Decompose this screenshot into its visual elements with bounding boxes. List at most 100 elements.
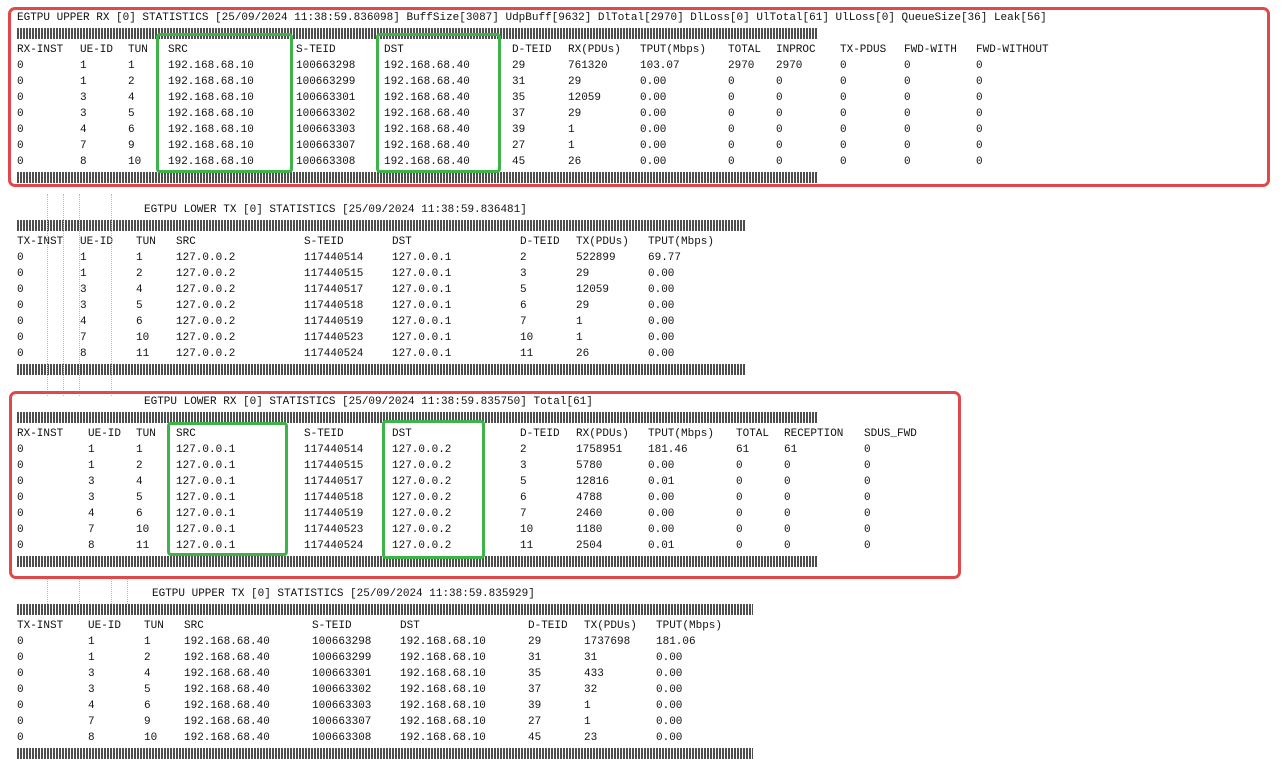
upper-tx-cell-s-teid: 100663301 [312,668,372,680]
lower-tx-header-tx-pdus: TX(PDUs) [576,236,629,248]
lower-tx-cell-tx-pdus: 1 [576,332,583,344]
upper-tx-cell-tx-pdus: 31 [584,652,598,664]
lower-tx-cell-tun: 4 [136,284,143,296]
lower-tx-cell-ue-id: 7 [80,332,87,344]
indent-guide [111,578,112,604]
upper-tx-cell-s-teid: 100663303 [312,700,372,712]
upper-tx-cell-tput-mbps: 0.00 [656,668,683,680]
lower-tx-header-ue-id: UE-ID [80,236,114,248]
lower-tx-table-row: 0 3 4 127.0.0.2 117440517 127.0.0.1 5 12059 0.00 [17,282,1257,298]
upper-tx-cell-d-teid: 39 [528,700,542,712]
upper-tx-cell-d-teid: 35 [528,668,542,680]
upper-tx-cell-tun: 6 [144,700,151,712]
lower-rx-dst-highlight [382,420,485,559]
lower-tx-title: EGTPU LOWER TX [0] STATISTICS [25/09/202… [17,202,1257,218]
lower-tx-table-row: 0 4 6 127.0.0.2 117440519 127.0.0.1 7 1 0.00 [17,314,1257,330]
upper-tx-cell-tx-inst: 0 [17,668,24,680]
lower-tx-cell-ue-id: 1 [80,268,87,280]
indent-guide [79,578,80,604]
upper-tx-header-d-teid: D-TEID [528,620,568,632]
upper-tx-separator-bottom-line [17,748,753,759]
lower-tx-cell-tx-inst: 0 [17,300,24,312]
upper-tx-cell-src: 192.168.68.40 [184,684,270,696]
upper-tx-cell-src: 192.168.68.40 [184,732,270,744]
lower-tx-cell-dst: 127.0.0.1 [392,316,452,328]
lower-tx-cell-tun: 10 [136,332,150,344]
lower-tx-cell-s-teid: 117440517 [304,284,364,296]
upper-tx-cell-tun: 4 [144,668,151,680]
upper-tx-cell-tx-inst: 0 [17,732,24,744]
upper-tx-header-src: SRC [184,620,204,632]
lower-tx-table-row: 0 7 10 127.0.0.2 117440523 127.0.0.1 10 1 0.00 [17,330,1257,346]
upper-tx-cell-d-teid: 31 [528,652,542,664]
upper-tx-title-text: EGTPU UPPER TX [0] STATISTICS [25/09/202… [152,588,535,600]
lower-tx-cell-s-teid: 117440515 [304,268,364,280]
lower-tx-cell-d-teid: 6 [520,300,527,312]
upper-tx-cell-ue-id: 7 [88,716,95,728]
upper-tx-cell-tx-inst: 0 [17,716,24,728]
lower-tx-cell-tun: 6 [136,316,143,328]
lower-tx-cell-s-teid: 117440518 [304,300,364,312]
upper-tx-cell-ue-id: 1 [88,652,95,664]
upper-tx-cell-tx-inst: 0 [17,652,24,664]
upper-tx-table-row: 0 3 4 192.168.68.40 100663301 192.168.68.10 35… [17,666,1257,682]
upper-tx-cell-tx-inst: 0 [17,636,24,648]
upper-tx-table-row: 0 8 10 192.168.68.40 100663308 192.168.68.10 4… [17,730,1257,746]
lower-tx-cell-tun: 11 [136,348,150,360]
lower-tx-cell-tput-mbps: 0.00 [648,348,675,360]
lower-tx-header-src: SRC [176,236,196,248]
lower-tx-cell-ue-id: 3 [80,300,87,312]
lower-tx-cell-dst: 127.0.0.1 [392,268,452,280]
lower-tx-header-tx-inst: TX-INST [17,236,64,248]
upper-tx-cell-ue-id: 3 [88,684,95,696]
upper-tx-cell-dst: 192.168.68.10 [400,668,486,680]
lower-tx-cell-tun: 5 [136,300,143,312]
lower-tx-cell-tx-inst: 0 [17,316,24,328]
lower-tx-cell-src: 127.0.0.2 [176,300,236,312]
lower-tx-cell-tput-mbps: 0.00 [648,300,675,312]
upper-tx-title: EGTPU UPPER TX [0] STATISTICS [25/09/202… [17,586,1257,602]
upper-tx-cell-s-teid: 100663299 [312,652,372,664]
upper-tx-separator-top [17,602,1257,618]
indent-guide [47,578,48,604]
upper-tx-table-row: 0 4 6 192.168.68.40 100663303 192.168.68.10 39… [17,698,1257,714]
upper-tx-cell-tx-pdus: 433 [584,668,604,680]
upper-tx-table-row: 0 7 9 192.168.68.40 100663307 192.168.68.10 27… [17,714,1257,730]
lower-tx-separator-top-line [17,220,745,231]
lower-tx-cell-src: 127.0.0.2 [176,284,236,296]
lower-tx-table-row: 0 8 11 127.0.0.2 117440524 127.0.0.1 11 26 0.00 [17,346,1257,362]
lower-tx-cell-tx-pdus: 1 [576,316,583,328]
lower-tx-cell-tx-pdus: 29 [576,300,590,312]
lower-tx-cell-tun: 1 [136,252,143,264]
upper-tx-cell-d-teid: 37 [528,684,542,696]
upper-tx-cell-tx-pdus: 32 [584,684,598,696]
upper-tx-cell-ue-id: 8 [88,732,95,744]
upper-tx-cell-ue-id: 4 [88,700,95,712]
upper-tx-cell-tx-pdus: 1 [584,716,591,728]
lower-tx-cell-tx-pdus: 26 [576,348,590,360]
lower-tx-header-s-teid: S-TEID [304,236,344,248]
upper-tx-header-tun: TUN [144,620,164,632]
upper-rx-src-highlight [156,33,293,173]
upper-tx-cell-s-teid: 100663307 [312,716,372,728]
lower-tx-cell-tput-mbps: 0.00 [648,316,675,328]
lower-tx-title-text: EGTPU LOWER TX [0] STATISTICS [25/09/202… [144,204,527,216]
indent-guide [111,194,112,396]
upper-tx-cell-tun: 5 [144,684,151,696]
lower-tx-separator-top [17,218,1257,234]
upper-tx-cell-s-teid: 100663308 [312,732,372,744]
upper-tx-cell-d-teid: 45 [528,732,542,744]
upper-tx-cell-tun: 9 [144,716,151,728]
upper-tx-cell-s-teid: 100663298 [312,636,372,648]
lower-tx-cell-dst: 127.0.0.1 [392,252,452,264]
lower-tx-separator-bottom-line [17,364,745,375]
upper-tx-cell-src: 192.168.68.40 [184,652,270,664]
upper-tx-cell-dst: 192.168.68.10 [400,636,486,648]
upper-tx-cell-tx-pdus: 1 [584,700,591,712]
lower-tx-cell-dst: 127.0.0.1 [392,300,452,312]
lower-tx-cell-ue-id: 3 [80,284,87,296]
lower-tx-cell-s-teid: 117440524 [304,348,364,360]
upper-tx-cell-dst: 192.168.68.10 [400,732,486,744]
lower-tx-table-row: 0 1 1 127.0.0.2 117440514 127.0.0.1 2 522899 69.… [17,250,1257,266]
upper-tx-header-ue-id: UE-ID [88,620,122,632]
